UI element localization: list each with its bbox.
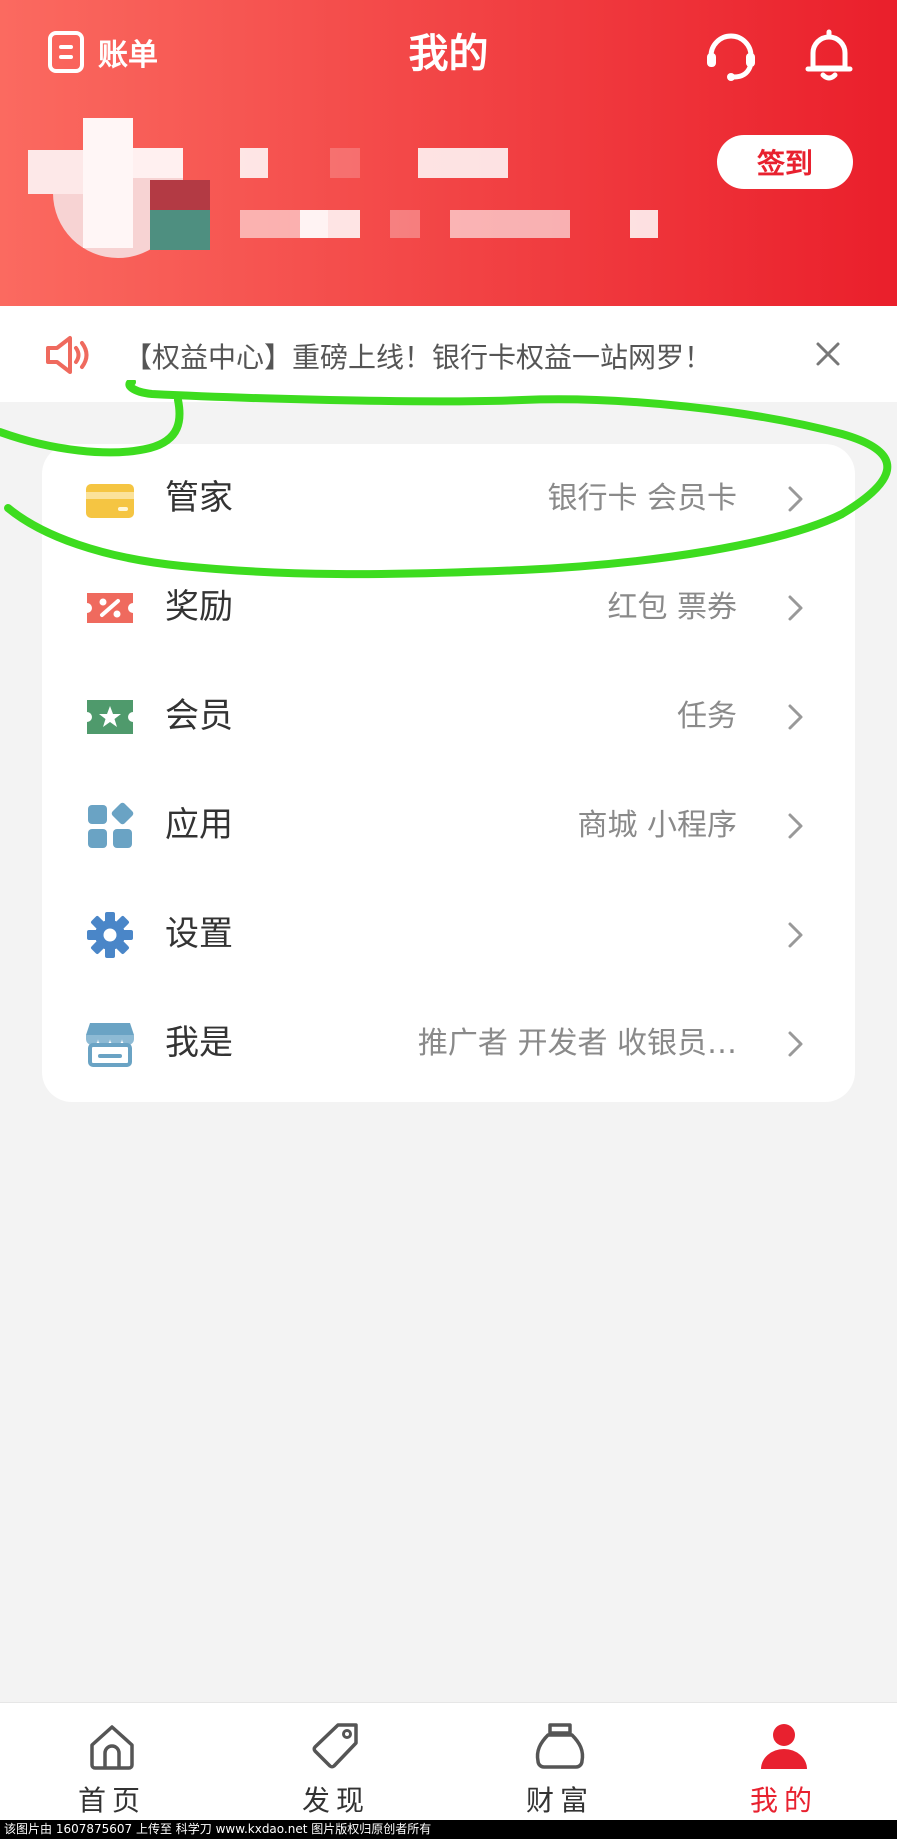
menu-item-membership[interactable]: 会员 任务 (42, 662, 855, 772)
masked-account-info-part (390, 210, 420, 238)
chevron-right-icon (788, 704, 803, 730)
menu-item-settings[interactable]: 设置 (42, 880, 855, 990)
bottom-tab-bar: 首页 发现 财富 我的 (0, 1702, 897, 1820)
page-title: 我的 (408, 31, 489, 77)
menu-item-label: 管家 (165, 478, 233, 518)
masked-username (240, 148, 268, 178)
menu-item-rewards[interactable]: 奖励 红包 票券 (42, 553, 855, 663)
chevron-right-icon (788, 486, 803, 512)
menu-item-roles[interactable]: 我是 推广者 开发者 收银员… (42, 989, 855, 1099)
chevron-right-icon (788, 595, 803, 621)
menu-item-label: 我是 (165, 1023, 233, 1063)
tab-discover[interactable]: 发现 (224, 1703, 448, 1821)
menu-item-label: 应用 (165, 805, 233, 845)
masked-username-part (330, 148, 360, 178)
chevron-right-icon (788, 922, 803, 948)
gear-icon (84, 910, 136, 960)
store-icon (84, 1019, 136, 1069)
notification-bell-icon[interactable] (800, 26, 858, 84)
masked-account-info-part (450, 210, 570, 238)
chevron-right-icon (788, 813, 803, 839)
tab-label: 我的 (749, 1784, 818, 1817)
tab-home[interactable]: 首页 (0, 1703, 224, 1821)
avatar[interactable] (28, 118, 210, 258)
tab-wealth[interactable]: 财富 (448, 1703, 672, 1821)
apps-grid-icon (84, 801, 136, 851)
menu-item-butler[interactable]: 管家 银行卡 会员卡 (42, 444, 855, 554)
tag-icon (312, 1723, 358, 1769)
menu-item-subtitle: 推广者 开发者 收银员… (417, 1026, 737, 1061)
coupon-icon (84, 583, 136, 633)
masked-account-info-part (630, 210, 658, 238)
tab-label: 首页 (77, 1784, 146, 1817)
masked-account-info-part (300, 210, 360, 238)
watermark-footer: 该图片由 1607875607 上传至 科学刀 www.kxdao.net 图片… (0, 1820, 897, 1839)
speaker-icon (46, 336, 89, 374)
member-ticket-icon (84, 692, 136, 742)
menu-item-label: 设置 (165, 914, 233, 954)
customer-service-icon[interactable] (702, 26, 760, 84)
menu-item-subtitle: 商城 小程序 (577, 808, 737, 843)
home-icon (90, 1725, 134, 1770)
notice-bar[interactable]: 【权益中心】重磅上线！银行卡权益一站网罗！ (0, 306, 897, 402)
close-icon[interactable] (812, 338, 844, 370)
notice-text: 【权益中心】重磅上线！银行卡权益一站网罗！ (124, 341, 713, 374)
menu-item-subtitle: 银行卡 会员卡 (547, 481, 737, 516)
user-icon (761, 1724, 807, 1769)
profile-header: 账单 我的 签到 (0, 0, 897, 306)
menu-item-apps[interactable]: 应用 商城 小程序 (42, 771, 855, 881)
chevron-right-icon (788, 1031, 803, 1057)
card-icon (84, 474, 136, 524)
menu-item-subtitle: 红包 票券 (607, 590, 737, 625)
tab-mine[interactable]: 我的 (672, 1703, 896, 1821)
tab-label: 发现 (301, 1784, 370, 1817)
signin-button[interactable]: 签到 (717, 135, 853, 189)
menu-item-label: 奖励 (165, 587, 233, 627)
money-bag-icon (535, 1723, 585, 1769)
masked-username-part (418, 148, 508, 178)
tab-label: 财富 (525, 1784, 594, 1817)
menu-card: 管家 银行卡 会员卡 奖励 红包 票券 会员 任务 应用 商城 小程序 设置 我… (42, 444, 855, 1102)
menu-item-subtitle: 任务 (677, 699, 737, 734)
menu-item-label: 会员 (165, 696, 233, 736)
